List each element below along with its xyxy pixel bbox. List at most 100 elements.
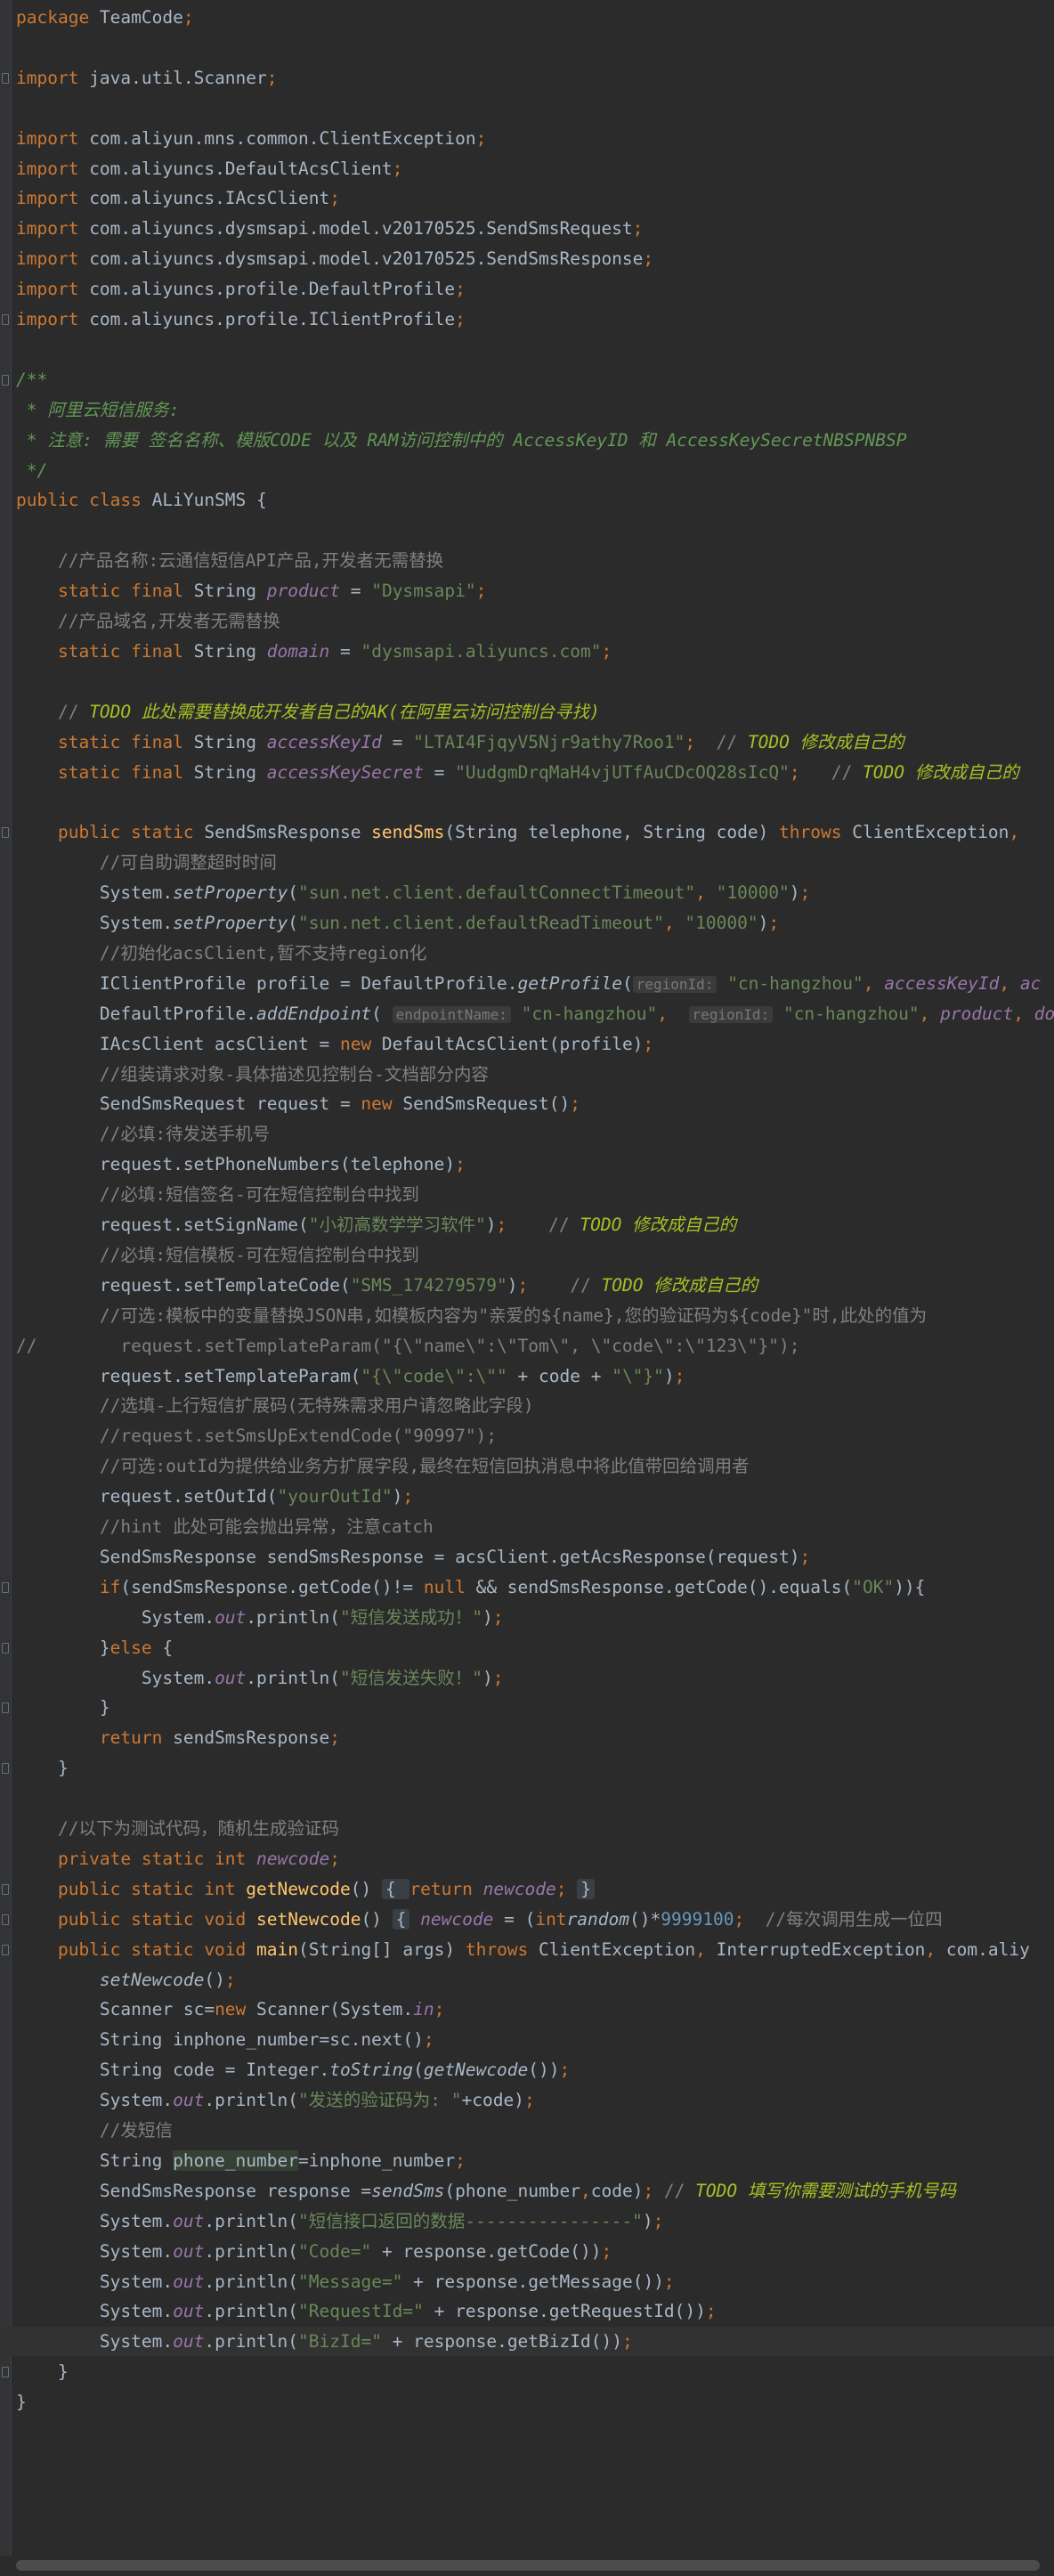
fold-marker-icon[interactable] (2, 1702, 9, 1714)
code-token: out (173, 2331, 205, 2353)
code-line[interactable]: import com.aliyun.mns.common.ClientExcep… (0, 124, 1054, 153)
code-token: out (215, 1667, 247, 1688)
code-line[interactable]: //发短信 (0, 2116, 1054, 2145)
code-line[interactable]: SendSmsResponse response =sendSms(phone_… (0, 2176, 1054, 2206)
code-token: = ( (493, 1908, 536, 1930)
code-line[interactable]: //request.setSmsUpExtendCode("90997"); (0, 1421, 1054, 1451)
code-line[interactable]: IClientProfile profile = DefaultProfile.… (0, 969, 1054, 998)
fold-marker-icon[interactable] (2, 374, 9, 386)
code-line[interactable]: System.out.println("Message=" + response… (0, 2267, 1054, 2296)
code-line[interactable]: private static int newcode; (0, 1844, 1054, 1873)
code-line[interactable]: import com.aliyuncs.profile.DefaultProfi… (0, 274, 1054, 304)
code-line[interactable]: //可选:outId为提供给业务方扩展字段,最终在短信回执消息中将此值带回给调用… (0, 1451, 1054, 1481)
fold-marker-icon[interactable] (2, 1914, 9, 1925)
code-line[interactable]: String code = Integer.toString(getNewcod… (0, 2055, 1054, 2084)
code-line[interactable]: System.out.println("BizId=" + response.g… (0, 2327, 1054, 2357)
code-line[interactable]: System.setProperty("sun.net.client.defau… (0, 908, 1054, 938)
code-line[interactable]: static final String accessKeySecret = "U… (0, 758, 1054, 787)
code-line[interactable]: request.setPhoneNumbers(telephone); (0, 1150, 1054, 1179)
code-line[interactable]: import com.aliyuncs.profile.IClientProfi… (0, 305, 1054, 334)
code-line[interactable]: setNewcode(); (0, 1965, 1054, 1995)
code-line[interactable]: import com.aliyuncs.IAcsClient; (0, 183, 1054, 213)
code-line[interactable]: public class ALiYunSMS { (0, 485, 1054, 515)
code-line[interactable]: request.setTemplateCode("SMS_174279579")… (0, 1271, 1054, 1300)
code-line[interactable]: //产品域名,开发者无需替换 (0, 606, 1054, 636)
code-line[interactable]: return sendSmsResponse; (0, 1723, 1054, 1752)
code-token: dor (1034, 1003, 1054, 1024)
code-line[interactable]: } (0, 2387, 1054, 2417)
code-line[interactable]: DefaultProfile.addEndpoint( endpointName… (0, 999, 1054, 1028)
code-line[interactable]: //初始化acsClient,暂不支持region化 (0, 939, 1054, 968)
code-line[interactable]: request.setSignName("小初高数学学习软件"); // TOD… (0, 1210, 1054, 1239)
code-line[interactable]: SendSmsRequest request = new SendSmsRequ… (0, 1089, 1054, 1118)
code-line[interactable]: //以下为测试代码，随机生成验证码 (0, 1814, 1054, 1843)
fold-marker-icon[interactable] (2, 72, 9, 84)
code-line[interactable]: import com.aliyuncs.dysmsapi.model.v2017… (0, 244, 1054, 273)
code-line[interactable]: public static void main(String[] args) t… (0, 1935, 1054, 1964)
code-line[interactable]: static final String product = "Dysmsapi"… (0, 576, 1054, 605)
fold-marker-icon[interactable] (2, 1763, 9, 1775)
code-line[interactable]: } (0, 1693, 1054, 1722)
code-line[interactable]: request.setOutId("yourOutId"); (0, 1482, 1054, 1511)
code-line[interactable]: System.setProperty("sun.net.client.defau… (0, 878, 1054, 907)
code-line[interactable]: */ (0, 456, 1054, 485)
code-token: return (16, 1727, 174, 1749)
code-line[interactable]: //必填:短信签名-可在短信控制台中找到 (0, 1180, 1054, 1209)
fold-marker-icon[interactable] (2, 314, 9, 325)
fold-marker-icon[interactable] (2, 1581, 9, 1593)
fold-marker-icon[interactable] (2, 1883, 9, 1895)
code-token: SendSmsResponse response = (16, 2180, 372, 2201)
code-token: public static (16, 822, 205, 843)
code-line[interactable]: }else { (0, 1633, 1054, 1662)
code-line[interactable]: public static void setNewcode() { newcod… (0, 1905, 1054, 1934)
code-line[interactable]: System.out.println("短信发送成功！"); (0, 1603, 1054, 1632)
code-line[interactable]: } (0, 2357, 1054, 2386)
code-line[interactable]: System.out.println("RequestId=" + respon… (0, 2296, 1054, 2326)
code-line[interactable]: //组装请求对象-具体描述见控制台-文档部分内容 (0, 1060, 1054, 1089)
code-line[interactable]: //可自助调整超时时间 (0, 848, 1054, 877)
code-line[interactable]: static final String accessKeyId = "LTAI4… (0, 727, 1054, 757)
code-line[interactable]: request.setTemplateParam("{\"code\":\"" … (0, 1361, 1054, 1391)
code-line[interactable]: Scanner sc=new Scanner(System.in; (0, 1995, 1054, 2024)
code-line[interactable]: //必填:短信模板-可在短信控制台中找到 (0, 1240, 1054, 1270)
code-token: int (535, 1908, 567, 1930)
code-line[interactable]: * 注意: 需要 签名名称、模版CODE 以及 RAM访问控制中的 Access… (0, 426, 1054, 455)
code-line[interactable]: System.out.println("短信接口返回的数据-----------… (0, 2206, 1054, 2236)
code-line[interactable]: // request.setTemplateParam("{\"name\":\… (0, 1331, 1054, 1361)
code-line[interactable]: System.out.println("短信发送失败！"); (0, 1663, 1054, 1693)
fold-marker-icon[interactable] (2, 1944, 9, 1955)
scrollbar-thumb[interactable] (16, 2560, 1040, 2571)
code-token: // (663, 2180, 696, 2201)
fold-marker-icon[interactable] (2, 2367, 9, 2378)
code-line[interactable]: String phone_number=inphone_number; (0, 2146, 1054, 2175)
code-line[interactable]: import com.aliyuncs.dysmsapi.model.v2017… (0, 214, 1054, 243)
code-line[interactable]: public static SendSmsResponse sendSms(St… (0, 817, 1054, 847)
code-line[interactable]: * 阿里云短信服务: (0, 395, 1054, 425)
code-line[interactable]: //可选:模板中的变量替换JSON串,如模板内容为"亲爱的${name},您的验… (0, 1301, 1054, 1330)
code-line[interactable]: //hint 此处可能会抛出异常，注意catch (0, 1512, 1054, 1541)
code-editor[interactable]: package TeamCode; import java.util.Scanne… (0, 0, 1054, 2556)
code-line[interactable]: static final String domain = "dysmsapi.a… (0, 637, 1054, 666)
code-line[interactable]: /** (0, 365, 1054, 394)
code-line[interactable]: //必填:待发送手机号 (0, 1119, 1054, 1149)
code-line[interactable]: public static int getNewcode() { return … (0, 1874, 1054, 1904)
code-line[interactable]: String inphone_number=sc.next(); (0, 2025, 1054, 2054)
fold-marker-icon[interactable] (2, 1642, 9, 1654)
code-line[interactable]: System.out.println("Code=" + response.ge… (0, 2237, 1054, 2266)
code-line[interactable]: if(sendSmsResponse.getCode()!= null && s… (0, 1572, 1054, 1602)
code-line[interactable]: SendSmsResponse sendSmsResponse = acsCli… (0, 1542, 1054, 1572)
code-line[interactable]: // TODO 此处需要替换成开发者自己的AK(在阿里云访问控制台寻找) (0, 697, 1054, 727)
code-line[interactable]: import com.aliyuncs.DefaultAcsClient; (0, 154, 1054, 183)
code-line[interactable]: } (0, 1753, 1054, 1783)
code-line[interactable]: //选填-上行短信扩展码(无特殊需求用户请忽略此字段) (0, 1391, 1054, 1420)
code-token: new (339, 1033, 382, 1054)
code-line[interactable]: IAcsClient acsClient = new DefaultAcsCli… (0, 1029, 1054, 1059)
code-line[interactable]: System.out.println("发送的验证码为: "+code); (0, 2085, 1054, 2115)
horizontal-scrollbar[interactable] (0, 2556, 1054, 2576)
code-line[interactable]: //产品名称:云通信短信API产品,开发者无需替换 (0, 546, 1054, 575)
fold-marker-icon[interactable] (2, 827, 9, 839)
code-token: setNewcode (99, 1969, 205, 1990)
code-line[interactable]: package TeamCode; (0, 3, 1054, 32)
code-line[interactable]: import java.util.Scanner; (0, 63, 1054, 93)
